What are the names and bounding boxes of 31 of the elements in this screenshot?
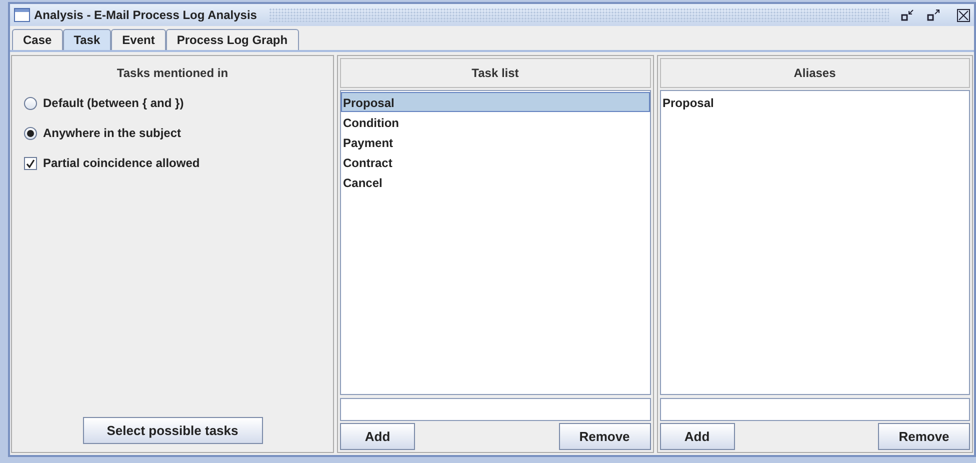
add-button[interactable]: Add (660, 423, 734, 450)
remove-button[interactable]: Remove (558, 423, 650, 450)
list-item[interactable]: Payment (341, 132, 650, 152)
option-label: Anywhere in the subject (43, 125, 182, 142)
maximize-icon[interactable] (927, 9, 941, 21)
tab[interactable]: Task (62, 29, 112, 50)
option-label: Default (between { and }) (43, 95, 184, 112)
remove-button[interactable]: Remove (878, 423, 970, 450)
panel-title: Tasks mentioned in (116, 65, 230, 82)
minimize-icon[interactable] (901, 9, 915, 21)
input-field[interactable] (340, 398, 650, 421)
list-item[interactable]: Proposal (660, 92, 969, 112)
column-header: Task list (340, 58, 650, 88)
close-icon[interactable] (957, 8, 970, 22)
option-label: Partial coincidence allowed (43, 155, 200, 172)
tab[interactable]: Process Log Graph (166, 29, 299, 50)
add-button[interactable]: Add (340, 423, 415, 450)
list-item[interactable]: Contract (341, 152, 650, 172)
column-header: Aliases (660, 58, 970, 88)
list-item[interactable]: Condition (341, 112, 650, 132)
tab[interactable]: Event (111, 29, 166, 50)
radio-button[interactable] (24, 96, 37, 110)
checkbox[interactable] (24, 156, 37, 170)
radio-button[interactable] (24, 126, 37, 140)
tab[interactable]: Case (12, 29, 63, 50)
input-field[interactable] (660, 398, 970, 421)
window-title: Analysis - E-Mail Process Log Analysis (34, 7, 257, 24)
select-tasks-button[interactable]: Select possible tasks (82, 417, 262, 444)
list-item[interactable]: Cancel (341, 172, 650, 192)
window-icon (14, 8, 30, 22)
list-item[interactable]: Proposal (341, 92, 650, 112)
